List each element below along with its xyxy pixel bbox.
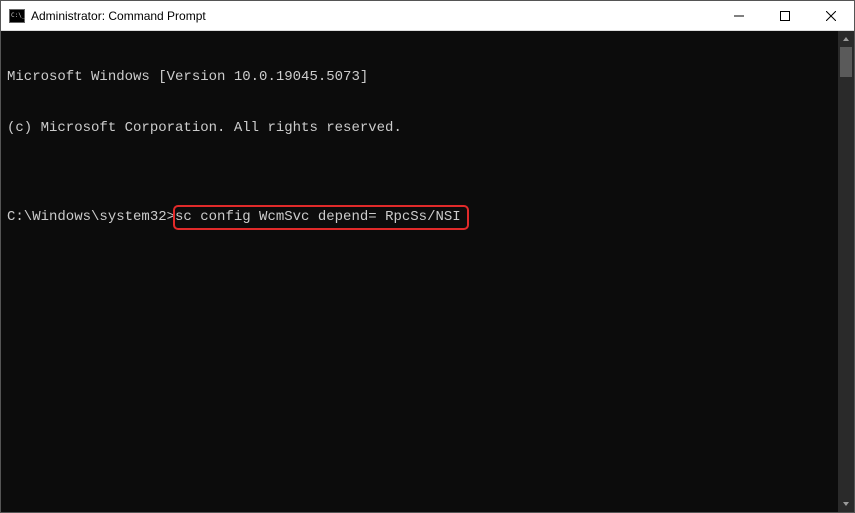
terminal-output[interactable]: Microsoft Windows [Version 10.0.19045.50… bbox=[1, 31, 838, 512]
command-text: sc config WcmSvc depend= RpcSs/NSI bbox=[175, 209, 461, 225]
prompt-path: C:\Windows\system32> bbox=[7, 209, 175, 226]
copyright-line: (c) Microsoft Corporation. All rights re… bbox=[7, 120, 832, 137]
scroll-down-button[interactable] bbox=[838, 496, 854, 512]
scroll-thumb[interactable] bbox=[840, 47, 852, 77]
vertical-scrollbar[interactable] bbox=[838, 31, 854, 512]
chevron-up-icon bbox=[842, 35, 850, 43]
window-title: Administrator: Command Prompt bbox=[31, 9, 206, 23]
close-icon bbox=[826, 11, 836, 21]
maximize-icon bbox=[780, 11, 790, 21]
scroll-up-button[interactable] bbox=[838, 31, 854, 47]
titlebar[interactable]: Administrator: Command Prompt bbox=[1, 1, 854, 31]
close-button[interactable] bbox=[808, 1, 854, 30]
minimize-button[interactable] bbox=[716, 1, 762, 30]
prompt-line: C:\Windows\system32>sc config WcmSvc dep… bbox=[7, 205, 832, 230]
title-left: Administrator: Command Prompt bbox=[1, 9, 716, 23]
terminal-area[interactable]: Microsoft Windows [Version 10.0.19045.50… bbox=[1, 31, 854, 512]
maximize-button[interactable] bbox=[762, 1, 808, 30]
command-prompt-window: Administrator: Command Prompt Microsoft … bbox=[0, 0, 855, 513]
cmd-icon bbox=[9, 9, 25, 23]
minimize-icon bbox=[734, 11, 744, 21]
window-controls bbox=[716, 1, 854, 30]
version-line: Microsoft Windows [Version 10.0.19045.50… bbox=[7, 69, 832, 86]
command-highlight: sc config WcmSvc depend= RpcSs/NSI bbox=[173, 205, 469, 230]
chevron-down-icon bbox=[842, 500, 850, 508]
